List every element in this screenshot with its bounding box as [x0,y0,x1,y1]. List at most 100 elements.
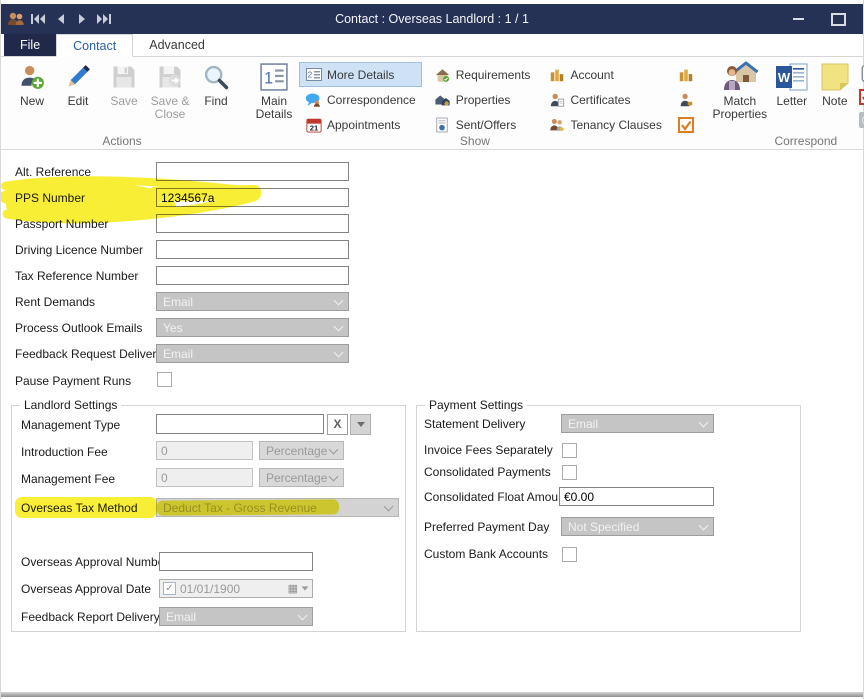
tab-file[interactable]: File [4,34,56,56]
new-button[interactable]: New [9,59,55,108]
rent-demands-label: Rent Demands [15,293,95,312]
chevron-down-icon [384,501,394,511]
word-letter-icon: W [775,61,809,93]
tab-advanced[interactable]: Advanced [133,34,221,56]
next-record-button[interactable] [71,8,93,30]
person-small-icon [678,91,695,108]
chevron-down-icon [334,295,344,305]
requirements-label: Requirements [456,68,531,82]
email-at-button[interactable]: @ [859,112,864,128]
previous-record-button[interactable] [49,8,71,30]
custom-bank-accounts-checkbox[interactable] [562,547,577,562]
account-label: Account [570,68,613,82]
match-properties-button[interactable]: Match Properties [711,59,769,121]
find-button[interactable]: Find [193,59,239,108]
introduction-fee-unit-combo: Percentage [259,441,344,460]
tenancy-clauses-icon [548,116,565,133]
alt-reference-label: Alt. Reference [15,163,91,182]
save-button[interactable]: Save [101,59,147,108]
preferred-payment-day-label: Preferred Payment Day [424,518,549,537]
more-details-label: More Details [327,68,394,82]
find-button-label: Find [204,95,227,108]
more-details-icon: 2 [305,66,322,83]
management-fee-unit-combo: Percentage [259,468,344,487]
note-button[interactable]: Note [815,59,855,108]
minimize-button[interactable] [781,4,815,34]
rent-demands-combo[interactable]: Email [156,292,349,311]
task-checkbox-button[interactable] [859,88,864,105]
new-contact-icon [18,61,46,93]
management-type-input[interactable] [156,414,324,434]
requirements-button[interactable]: Requirements [428,62,537,87]
window-title: Contact : Overseas Landlord : 1 / 1 [1,12,863,26]
pause-payment-runs-checkbox[interactable] [157,372,172,387]
certificates-extra-button[interactable] [672,87,701,112]
save-button-label: Save [110,95,137,108]
svg-text:2: 2 [307,71,312,80]
statement-delivery-value: Email [568,417,598,431]
process-outlook-combo[interactable]: Yes [156,318,349,337]
more-details-button[interactable]: 2 More Details [299,62,422,87]
save-close-button[interactable]: Save & Close [147,59,193,121]
account-button[interactable]: Account [542,62,667,87]
consolidated-payments-label: Consolidated Payments [424,463,551,482]
passport-number-label: Passport Number [15,215,108,234]
chevron-down-icon [329,444,339,454]
ribbon-group-show: 1 Main Details 2 More Details Correspond… [245,57,705,149]
main-details-icon: 1 [260,61,288,93]
feedback-report-delivery-label: Feedback Report Delivery [21,608,160,627]
appointments-label: Appointments [327,118,400,132]
overseas-approval-date-label: Overseas Approval Date [21,580,151,599]
alt-reference-input[interactable] [156,162,349,181]
invoice-fees-separately-checkbox[interactable] [562,443,577,458]
first-record-button[interactable] [27,8,49,30]
consolidated-float-amount-input[interactable] [559,487,714,506]
feedback-request-combo[interactable]: Email [156,344,349,363]
match-properties-label: Match Properties [711,95,769,121]
driving-licence-label: Driving Licence Number [15,241,143,260]
overseas-approval-number-input[interactable] [159,552,313,571]
letter-button[interactable]: W Letter [769,59,815,108]
last-record-button[interactable] [93,8,115,30]
management-fee-label: Management Fee [21,470,115,489]
maximize-button[interactable] [821,4,855,34]
statement-delivery-combo: Email [561,414,714,433]
tax-reference-input[interactable] [156,266,349,285]
certificates-label: Certificates [570,93,630,107]
actions-group-caption: Actions [1,134,243,148]
main-details-label: Main Details [249,95,299,121]
find-magnifier-icon [202,61,230,93]
feedback-request-label: Feedback Request Delivery [15,345,162,364]
sms-phone-button[interactable] [859,65,864,82]
edit-button[interactable]: Edit [55,59,101,108]
ribbon-tab-bar: File Contact Advanced [1,34,863,57]
account-extra-button[interactable] [672,62,701,87]
save-floppy-icon [110,61,138,93]
main-details-button[interactable]: 1 Main Details [249,59,299,121]
pps-number-input[interactable] [156,188,349,207]
correspondence-button[interactable]: Correspondence [299,87,422,112]
management-type-dropdown-button[interactable] [350,414,371,435]
consolidated-payments-checkbox[interactable] [562,465,577,480]
tab-contact[interactable]: Contact [56,34,133,57]
statement-delivery-label: Statement Delivery [424,415,525,434]
passport-number-input[interactable] [156,214,349,233]
chevron-down-icon [329,471,339,481]
pps-number-label: PPS Number [15,189,85,208]
preferred-payment-day-combo: Not Specified [561,517,714,536]
driving-licence-input[interactable] [156,240,349,259]
chevron-down-icon [334,347,344,357]
overseas-tax-method-label: Overseas Tax Method [21,499,138,518]
save-close-button-label: Save & Close [147,95,193,121]
management-type-clear-button[interactable]: X [327,414,348,435]
certificates-button[interactable]: Certificates [542,87,667,112]
edit-pencil-icon [64,61,92,93]
app-window: Contact : Overseas Landlord : 1 / 1 File… [0,0,864,699]
introduction-fee-unit-value: Percentage [266,444,327,458]
properties-houses-icon [434,91,451,108]
properties-button[interactable]: Properties [428,87,537,112]
date-enabled-checkbox: ✓ [163,582,176,595]
preferred-payment-day-value: Not Specified [568,520,639,534]
save-close-floppy-icon [156,61,184,93]
correspondence-label: Correspondence [327,93,416,107]
